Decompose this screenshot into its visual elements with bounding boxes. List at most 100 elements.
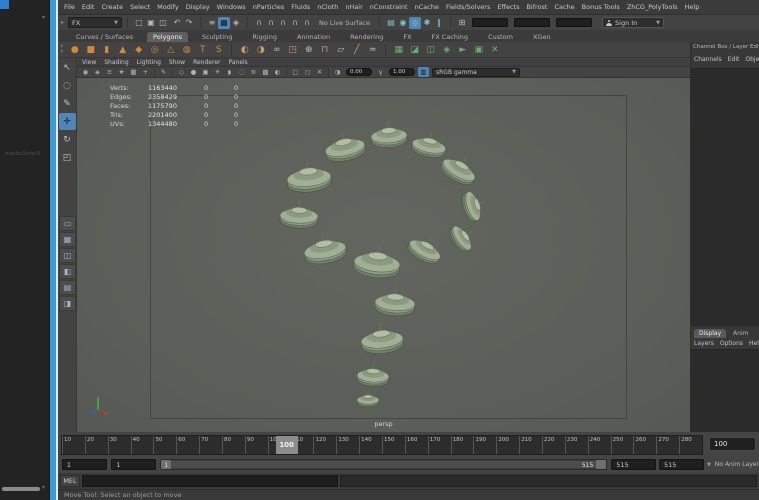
exposure-icon[interactable]: ◑: [332, 67, 343, 77]
menu-item[interactable]: File: [64, 3, 75, 11]
playback-end-field[interactable]: 515: [611, 459, 656, 470]
paint-select-tool[interactable]: ✎: [59, 95, 76, 112]
image-plane-icon[interactable]: ▦: [128, 67, 139, 77]
layer-editor-tab[interactable]: Anim: [728, 329, 753, 338]
save-scene-icon[interactable]: ◫: [157, 17, 169, 29]
animation-end-field[interactable]: 515: [659, 459, 704, 470]
textured-icon[interactable]: ▣: [200, 67, 211, 77]
persp-graph-layout[interactable]: ◧: [59, 264, 76, 279]
shelf-tab[interactable]: Rendering: [344, 32, 389, 42]
background-scrollbar[interactable]: [2, 487, 40, 491]
xray-joints-icon[interactable]: ✕: [314, 67, 325, 77]
snap-view-plane-icon[interactable]: ∩: [301, 17, 313, 29]
command-line-mode-button[interactable]: MEL: [60, 475, 80, 487]
menu-item[interactable]: nHair: [345, 3, 362, 11]
merge-vertices-icon[interactable]: ∞: [270, 43, 283, 56]
shelf-tab[interactable]: Curves / Surfaces: [70, 32, 139, 42]
menu-item[interactable]: Cache: [554, 3, 574, 11]
reduce-icon[interactable]: ◪: [408, 43, 421, 56]
use-all-lights-icon[interactable]: ☀: [212, 67, 223, 77]
poly-cube-icon[interactable]: ■: [84, 43, 97, 56]
snap-projected-center-icon[interactable]: ∩: [289, 17, 301, 29]
layer-list[interactable]: [691, 349, 759, 432]
poly-plane-icon[interactable]: ◆: [132, 43, 145, 56]
open-scene-icon[interactable]: ▣: [145, 17, 157, 29]
lock-camera-icon[interactable]: ◈: [92, 67, 103, 77]
coord-x-field[interactable]: [472, 18, 508, 27]
animation-start-field[interactable]: 1: [62, 459, 107, 470]
multi-cut-icon[interactable]: ╱: [350, 43, 363, 56]
grease-pencil-icon[interactable]: ✎: [158, 67, 169, 77]
snap-grid-icon[interactable]: ∩: [253, 17, 265, 29]
extract-face-icon[interactable]: ◳: [286, 43, 299, 56]
layer-editor-menu-item[interactable]: Help: [749, 340, 759, 347]
scale-tool[interactable]: ◰: [59, 149, 76, 166]
view-transform-select[interactable]: sRGB gamma ▼: [432, 68, 520, 77]
menu-item[interactable]: Effects: [497, 3, 519, 11]
menu-item[interactable]: nCloth: [317, 3, 338, 11]
shelf-tab[interactable]: XGen: [527, 32, 557, 42]
symmetry-icon[interactable]: ✕: [488, 43, 501, 56]
ssao-icon[interactable]: ◌: [236, 67, 247, 77]
undo-icon[interactable]: ↶: [171, 17, 183, 29]
camera-attributes-icon[interactable]: ≡: [104, 67, 115, 77]
persp-uv-layout[interactable]: ◨: [59, 296, 76, 311]
combine-icon[interactable]: ◐: [238, 43, 251, 56]
panel-menu-item[interactable]: View: [82, 59, 96, 66]
menu-item[interactable]: Display: [186, 3, 210, 11]
coord-y-field[interactable]: [514, 18, 550, 27]
menu-item[interactable]: Bonus Tools: [582, 3, 620, 11]
gamma-icon[interactable]: γ: [375, 67, 386, 77]
persp-outliner-layout[interactable]: ◫: [59, 248, 76, 263]
menu-item[interactable]: Help: [685, 3, 700, 11]
shelf-tab[interactable]: FX Caching: [426, 32, 475, 42]
redo-icon[interactable]: ↷: [183, 17, 195, 29]
panel-menu-item[interactable]: Panels: [228, 59, 247, 66]
range-slider[interactable]: 1 515: [160, 459, 607, 470]
gamma-field[interactable]: 1.00: [389, 68, 415, 76]
select-camera-icon[interactable]: ◉: [80, 67, 91, 77]
layer-editor-menu-item[interactable]: Options: [720, 340, 743, 347]
menu-item[interactable]: Bifrost: [526, 3, 547, 11]
panel-menu-item[interactable]: Renderer: [193, 59, 220, 66]
panel-menu-item[interactable]: Lighting: [137, 59, 161, 66]
remesh-icon[interactable]: ◈: [440, 43, 453, 56]
menu-item[interactable]: Create: [101, 3, 123, 11]
depth-of-field-icon[interactable]: ◐: [272, 67, 283, 77]
mirror-icon[interactable]: ◫: [424, 43, 437, 56]
statusline-collapser-icon[interactable]: ▸: [61, 19, 66, 26]
two-d-pan-zoom-icon[interactable]: +: [140, 67, 151, 77]
layer-editor-menu-item[interactable]: Layers: [694, 340, 714, 347]
background-dropdown-arrow[interactable]: ▾: [42, 14, 45, 21]
poly-sphere-icon[interactable]: ●: [68, 43, 81, 56]
poly-cone-icon[interactable]: ▲: [116, 43, 129, 56]
xray-icon[interactable]: ◻: [302, 67, 313, 77]
four-pane-layout[interactable]: ▦: [59, 232, 76, 247]
channel-box-menu-item[interactable]: Edit: [728, 56, 740, 63]
bookmark-icon[interactable]: ★: [116, 67, 127, 77]
poly-cylinder-icon[interactable]: ▮: [100, 43, 113, 56]
single-pane-layout[interactable]: ▭: [59, 216, 76, 231]
menu-item[interactable]: Select: [130, 3, 150, 11]
boolean-icon[interactable]: ⊕: [302, 43, 315, 56]
shelf-tab[interactable]: Custom: [482, 32, 519, 42]
menu-item[interactable]: nParticles: [253, 3, 285, 11]
ipr-render-icon[interactable]: ◎: [409, 17, 421, 29]
panel-menu-item[interactable]: Show: [169, 59, 185, 66]
menu-item[interactable]: Fields/Solvers: [446, 3, 490, 11]
shelf-tab[interactable]: Animation: [291, 32, 336, 42]
poly-text-icon[interactable]: T: [196, 43, 209, 56]
rotate-tool[interactable]: ↻: [59, 131, 76, 148]
menu-item[interactable]: ZhCG_PolyTools: [627, 3, 678, 11]
render-view-icon[interactable]: ▤: [385, 17, 397, 29]
time-slider[interactable]: 1020304050607080901001101201301401501601…: [61, 435, 703, 455]
sculpt-brush-icon[interactable]: ≈: [366, 43, 379, 56]
range-handle-right[interactable]: [596, 460, 606, 469]
poly-pyramid-icon[interactable]: △: [164, 43, 177, 56]
menu-item[interactable]: Fluids: [291, 3, 310, 11]
multisample-aa-icon[interactable]: ▩: [260, 67, 271, 77]
retopologize-icon[interactable]: ►: [456, 43, 469, 56]
menu-item[interactable]: nCache: [415, 3, 439, 11]
menu-set-selector[interactable]: FX ▼: [68, 17, 122, 28]
menu-item[interactable]: nConstraint: [370, 3, 408, 11]
